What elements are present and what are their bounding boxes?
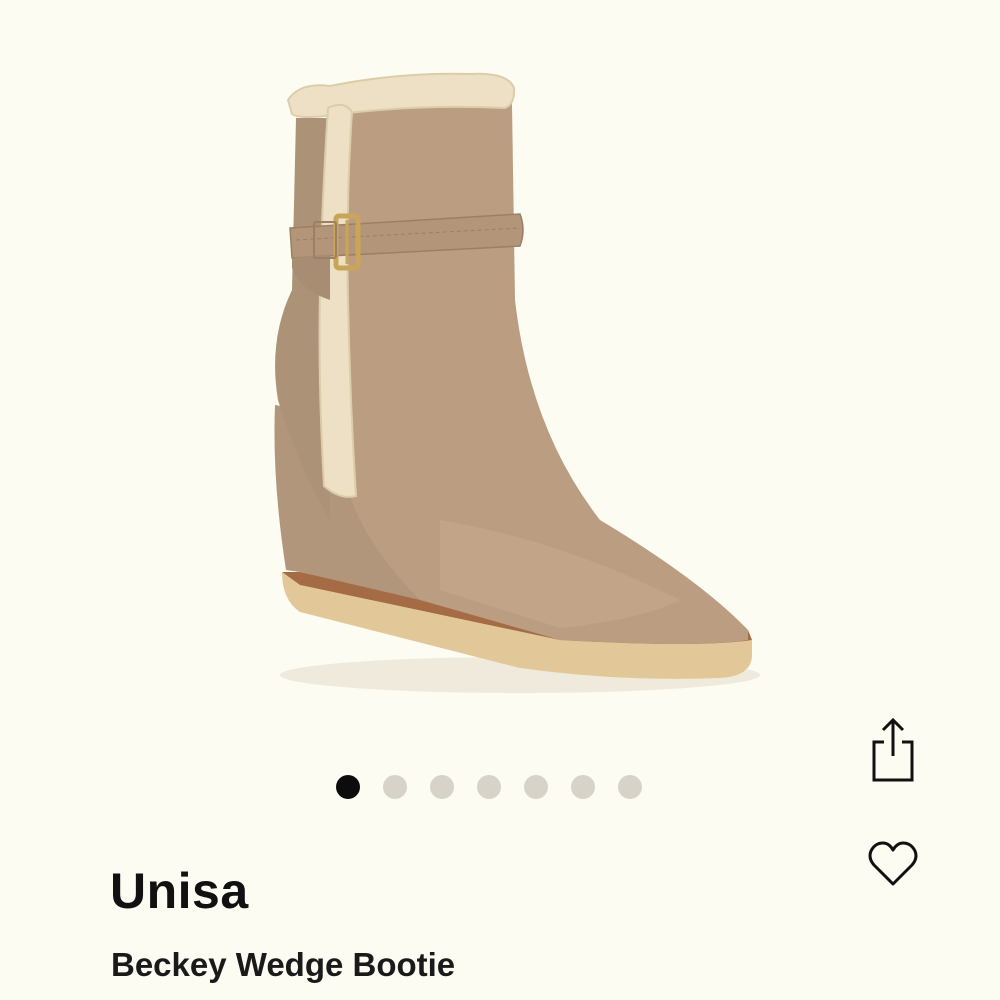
carousel-dot-6[interactable] — [571, 775, 595, 799]
brand-name[interactable]: Unisa — [110, 862, 249, 920]
carousel-dot-7[interactable] — [618, 775, 642, 799]
product-image[interactable] — [200, 40, 800, 720]
product-detail-page: Unisa Beckey Wedge Bootie — [0, 0, 1000, 1000]
carousel-dot-1[interactable] — [336, 775, 360, 799]
carousel-dot-2[interactable] — [383, 775, 407, 799]
product-name: Beckey Wedge Bootie — [111, 946, 456, 983]
carousel-dot-4[interactable] — [477, 775, 501, 799]
favorite-button[interactable] — [862, 834, 924, 894]
heart-outline-icon — [868, 841, 918, 886]
share-icon — [872, 717, 914, 782]
carousel-dot-3[interactable] — [430, 775, 454, 799]
image-carousel-dots — [336, 775, 642, 799]
share-button[interactable] — [862, 712, 924, 786]
carousel-dot-5[interactable] — [524, 775, 548, 799]
